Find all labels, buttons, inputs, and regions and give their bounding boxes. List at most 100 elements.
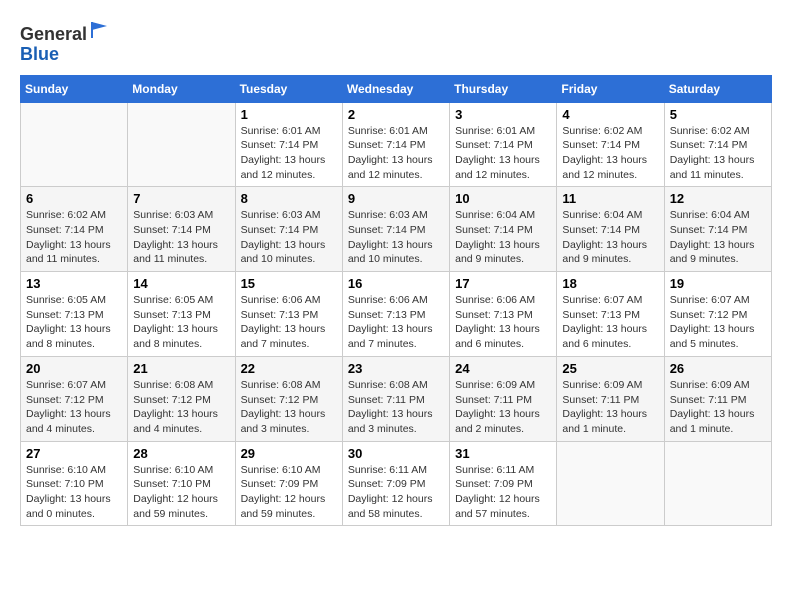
table-cell: 5 Sunrise: 6:02 AM Sunset: 7:14 PM Daylig… bbox=[664, 102, 771, 187]
day-info: Sunrise: 6:02 AM Sunset: 7:14 PM Dayligh… bbox=[562, 124, 658, 183]
table-cell: 25Sunrise: 6:09 AM Sunset: 7:11 PM Dayli… bbox=[557, 356, 664, 441]
table-cell: 18Sunrise: 6:07 AM Sunset: 7:13 PM Dayli… bbox=[557, 272, 664, 357]
day-number: 6 bbox=[26, 191, 122, 206]
table-cell: 11Sunrise: 6:04 AM Sunset: 7:14 PM Dayli… bbox=[557, 187, 664, 272]
logo: General Blue bbox=[20, 20, 109, 65]
day-info: Sunrise: 6:07 AM Sunset: 7:12 PM Dayligh… bbox=[670, 293, 766, 352]
day-number: 30 bbox=[348, 446, 444, 461]
day-info: Sunrise: 6:06 AM Sunset: 7:13 PM Dayligh… bbox=[241, 293, 337, 352]
table-cell: 21 Sunrise: 6:08 AM Sunset: 7:12 PM Dayli… bbox=[128, 356, 235, 441]
table-cell: 6 Sunrise: 6:02 AM Sunset: 7:14 PM Daylig… bbox=[21, 187, 128, 272]
table-cell bbox=[128, 102, 235, 187]
day-number: 28 bbox=[133, 446, 229, 461]
day-number: 1 bbox=[241, 107, 337, 122]
day-info: Sunrise: 6:01 AM Sunset: 7:14 PM Dayligh… bbox=[455, 124, 551, 183]
day-info: Sunrise: 6:02 AM Sunset: 7:14 PM Dayligh… bbox=[670, 124, 766, 183]
day-info: Sunrise: 6:08 AM Sunset: 7:12 PM Dayligh… bbox=[133, 378, 229, 437]
day-number: 17 bbox=[455, 276, 551, 291]
day-info: Sunrise: 6:02 AM Sunset: 7:14 PM Dayligh… bbox=[26, 208, 122, 267]
table-cell bbox=[557, 441, 664, 526]
table-cell: 23 Sunrise: 6:08 AM Sunset: 7:11 PM Dayli… bbox=[342, 356, 449, 441]
week-row-2: 6 Sunrise: 6:02 AM Sunset: 7:14 PM Daylig… bbox=[21, 187, 772, 272]
table-cell: 31 Sunrise: 6:11 AM Sunset: 7:09 PM Dayli… bbox=[450, 441, 557, 526]
day-info: Sunrise: 6:08 AM Sunset: 7:11 PM Dayligh… bbox=[348, 378, 444, 437]
table-cell: 16 Sunrise: 6:06 AM Sunset: 7:13 PM Dayli… bbox=[342, 272, 449, 357]
day-info: Sunrise: 6:10 AM Sunset: 7:10 PM Dayligh… bbox=[133, 463, 229, 522]
day-number: 29 bbox=[241, 446, 337, 461]
table-cell: 30 Sunrise: 6:11 AM Sunset: 7:09 PM Dayli… bbox=[342, 441, 449, 526]
day-info: Sunrise: 6:03 AM Sunset: 7:14 PM Dayligh… bbox=[348, 208, 444, 267]
header-row: SundayMondayTuesdayWednesdayThursdayFrid… bbox=[21, 75, 772, 102]
day-info: Sunrise: 6:03 AM Sunset: 7:14 PM Dayligh… bbox=[133, 208, 229, 267]
day-number: 24 bbox=[455, 361, 551, 376]
table-cell: 12Sunrise: 6:04 AM Sunset: 7:14 PM Dayli… bbox=[664, 187, 771, 272]
table-cell: 22 Sunrise: 6:08 AM Sunset: 7:12 PM Dayli… bbox=[235, 356, 342, 441]
day-number: 15 bbox=[241, 276, 337, 291]
day-info: Sunrise: 6:09 AM Sunset: 7:11 PM Dayligh… bbox=[455, 378, 551, 437]
table-cell: 29Sunrise: 6:10 AM Sunset: 7:09 PM Dayli… bbox=[235, 441, 342, 526]
table-cell: 7 Sunrise: 6:03 AM Sunset: 7:14 PM Daylig… bbox=[128, 187, 235, 272]
day-info: Sunrise: 6:06 AM Sunset: 7:13 PM Dayligh… bbox=[348, 293, 444, 352]
day-number: 18 bbox=[562, 276, 658, 291]
day-number: 16 bbox=[348, 276, 444, 291]
day-number: 10 bbox=[455, 191, 551, 206]
table-cell: 9 Sunrise: 6:03 AM Sunset: 7:14 PM Daylig… bbox=[342, 187, 449, 272]
logo-flag-icon bbox=[89, 20, 109, 40]
table-cell: 15 Sunrise: 6:06 AM Sunset: 7:13 PM Dayli… bbox=[235, 272, 342, 357]
day-number: 21 bbox=[133, 361, 229, 376]
logo-blue: Blue bbox=[20, 44, 59, 64]
table-cell: 24 Sunrise: 6:09 AM Sunset: 7:11 PM Dayli… bbox=[450, 356, 557, 441]
table-cell: 27 Sunrise: 6:10 AM Sunset: 7:10 PM Dayli… bbox=[21, 441, 128, 526]
calendar-body: 1 Sunrise: 6:01 AM Sunset: 7:14 PM Daylig… bbox=[21, 102, 772, 526]
day-info: Sunrise: 6:08 AM Sunset: 7:12 PM Dayligh… bbox=[241, 378, 337, 437]
day-info: Sunrise: 6:01 AM Sunset: 7:14 PM Dayligh… bbox=[348, 124, 444, 183]
day-number: 31 bbox=[455, 446, 551, 461]
table-cell: 10 Sunrise: 6:04 AM Sunset: 7:14 PM Dayli… bbox=[450, 187, 557, 272]
day-info: Sunrise: 6:11 AM Sunset: 7:09 PM Dayligh… bbox=[348, 463, 444, 522]
day-number: 2 bbox=[348, 107, 444, 122]
day-number: 12 bbox=[670, 191, 766, 206]
table-cell: 8 Sunrise: 6:03 AM Sunset: 7:14 PM Daylig… bbox=[235, 187, 342, 272]
day-info: Sunrise: 6:04 AM Sunset: 7:14 PM Dayligh… bbox=[455, 208, 551, 267]
day-number: 14 bbox=[133, 276, 229, 291]
day-number: 5 bbox=[670, 107, 766, 122]
day-info: Sunrise: 6:01 AM Sunset: 7:14 PM Dayligh… bbox=[241, 124, 337, 183]
table-cell: 26Sunrise: 6:09 AM Sunset: 7:11 PM Dayli… bbox=[664, 356, 771, 441]
day-number: 13 bbox=[26, 276, 122, 291]
table-cell: 4 Sunrise: 6:02 AM Sunset: 7:14 PM Daylig… bbox=[557, 102, 664, 187]
day-info: Sunrise: 6:09 AM Sunset: 7:11 PM Dayligh… bbox=[562, 378, 658, 437]
header-friday: Friday bbox=[557, 75, 664, 102]
day-number: 23 bbox=[348, 361, 444, 376]
day-number: 27 bbox=[26, 446, 122, 461]
header-tuesday: Tuesday bbox=[235, 75, 342, 102]
header-wednesday: Wednesday bbox=[342, 75, 449, 102]
table-cell: 14Sunrise: 6:05 AM Sunset: 7:13 PM Dayli… bbox=[128, 272, 235, 357]
table-cell: 19 Sunrise: 6:07 AM Sunset: 7:12 PM Dayli… bbox=[664, 272, 771, 357]
table-cell: 13 Sunrise: 6:05 AM Sunset: 7:13 PM Dayli… bbox=[21, 272, 128, 357]
day-info: Sunrise: 6:05 AM Sunset: 7:13 PM Dayligh… bbox=[26, 293, 122, 352]
day-number: 4 bbox=[562, 107, 658, 122]
day-number: 26 bbox=[670, 361, 766, 376]
day-number: 9 bbox=[348, 191, 444, 206]
day-number: 20 bbox=[26, 361, 122, 376]
day-info: Sunrise: 6:03 AM Sunset: 7:14 PM Dayligh… bbox=[241, 208, 337, 267]
logo-general: General bbox=[20, 24, 87, 44]
header-sunday: Sunday bbox=[21, 75, 128, 102]
table-cell bbox=[21, 102, 128, 187]
day-info: Sunrise: 6:07 AM Sunset: 7:12 PM Dayligh… bbox=[26, 378, 122, 437]
week-row-4: 20 Sunrise: 6:07 AM Sunset: 7:12 PM Dayli… bbox=[21, 356, 772, 441]
day-number: 8 bbox=[241, 191, 337, 206]
calendar-header: SundayMondayTuesdayWednesdayThursdayFrid… bbox=[21, 75, 772, 102]
week-row-3: 13 Sunrise: 6:05 AM Sunset: 7:13 PM Dayli… bbox=[21, 272, 772, 357]
day-number: 22 bbox=[241, 361, 337, 376]
table-cell: 20 Sunrise: 6:07 AM Sunset: 7:12 PM Dayli… bbox=[21, 356, 128, 441]
day-number: 3 bbox=[455, 107, 551, 122]
day-number: 7 bbox=[133, 191, 229, 206]
day-info: Sunrise: 6:11 AM Sunset: 7:09 PM Dayligh… bbox=[455, 463, 551, 522]
day-number: 19 bbox=[670, 276, 766, 291]
calendar-table: SundayMondayTuesdayWednesdayThursdayFrid… bbox=[20, 75, 772, 527]
day-info: Sunrise: 6:10 AM Sunset: 7:10 PM Dayligh… bbox=[26, 463, 122, 522]
table-cell bbox=[664, 441, 771, 526]
header-saturday: Saturday bbox=[664, 75, 771, 102]
header-thursday: Thursday bbox=[450, 75, 557, 102]
